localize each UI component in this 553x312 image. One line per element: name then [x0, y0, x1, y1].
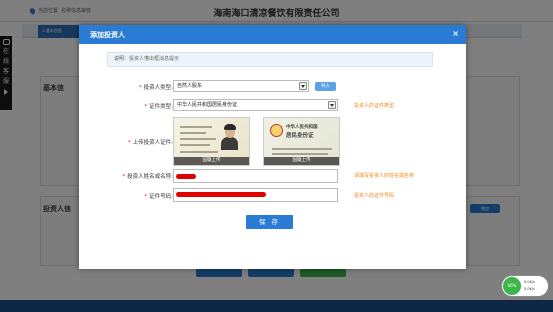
- required-mark: *: [122, 174, 126, 180]
- upload-cert-label-text: 上传投资人证件:: [132, 140, 173, 146]
- download-speed: 0.0K/s: [524, 287, 535, 291]
- card-line: [180, 144, 210, 146]
- portrait-icon: [221, 124, 238, 150]
- card-line: [272, 153, 328, 155]
- required-mark: *: [144, 104, 148, 110]
- card-line: [180, 151, 218, 153]
- investor-name-label-text: 投资人姓名或名称:: [127, 174, 173, 180]
- cert-type-hint: 投资人的证件类型: [354, 103, 395, 109]
- card-line: [180, 132, 206, 134]
- redaction-mark: [176, 192, 266, 197]
- upload-speed: 0.0K/s: [524, 280, 535, 284]
- investor-name-input[interactable]: [173, 169, 338, 183]
- dialog-header: 添加投资人 ×: [79, 25, 466, 44]
- cert-type-value: 中华人民共和国居民身份证: [177, 102, 238, 108]
- investor-type-value: 自然人股东: [177, 83, 203, 89]
- required-mark: *: [127, 140, 131, 146]
- add-investor-dialog: 添加投资人 × 说明：投资人懂出框消息提示 * 投资人类型: 自然人股东 导入 *…: [79, 25, 466, 269]
- investor-type-label-text: 投资人类型:: [143, 85, 173, 91]
- cert-type-label-text: 证件类型:: [149, 104, 173, 110]
- cert-number-hint: 投资人的证件号码: [354, 193, 395, 199]
- card-line: [180, 138, 216, 140]
- portrait-hair: [224, 124, 236, 130]
- close-icon[interactable]: ×: [452, 29, 459, 38]
- cert-number-input[interactable]: [173, 188, 338, 202]
- front-upload-caption: 国徽上传: [174, 157, 249, 165]
- investor-name-label: * 投资人姓名或名称:: [87, 172, 173, 180]
- note-text: 投资人懂出框消息提示: [129, 56, 180, 62]
- card-line: [272, 148, 332, 150]
- id-back-upload[interactable]: 中华人民共和国 居民身份证 国徽上传: [263, 117, 340, 166]
- required-mark: *: [138, 85, 142, 91]
- back-upload-caption: 国徽上传: [264, 157, 339, 165]
- national-emblem-icon: [270, 124, 283, 137]
- portrait-shoulders: [221, 137, 238, 150]
- cert-number-label: * 证件号码:: [87, 192, 173, 200]
- investor-type-select[interactable]: 自然人股东: [173, 80, 309, 92]
- redaction-mark: [176, 174, 196, 179]
- dialog-note: 说明：投资人懂出框消息提示: [107, 52, 433, 67]
- chevron-down-icon: [299, 82, 307, 90]
- note-label: 说明：: [114, 56, 130, 62]
- dialog-title: 添加投资人: [90, 31, 125, 39]
- cert-type-select[interactable]: 中华人民共和国居民身份证: [173, 99, 338, 111]
- chevron-down-icon: [328, 101, 336, 109]
- speed-percent: 66%: [503, 277, 521, 295]
- investor-name-hint: 请填写投资人的姓名或名称: [354, 173, 415, 179]
- id-front-upload[interactable]: 国徽上传: [173, 117, 250, 166]
- card-line: [180, 126, 212, 128]
- import-button[interactable]: 导入: [315, 82, 336, 91]
- id-back-line2: 居民身份证: [286, 133, 314, 139]
- required-mark: *: [144, 194, 148, 200]
- id-back-line1: 中华人民共和国: [286, 125, 318, 130]
- cert-number-label-text: 证件号码:: [149, 194, 173, 200]
- upload-cert-label: * 上传投资人证件:: [87, 138, 173, 146]
- investor-type-label: * 投资人类型:: [87, 83, 173, 91]
- network-speed-widget[interactable]: 66% 0.0K/s 0.0K/s: [502, 276, 548, 296]
- save-button[interactable]: 保 存: [246, 215, 293, 229]
- cert-type-label: * 证件类型:: [87, 102, 173, 110]
